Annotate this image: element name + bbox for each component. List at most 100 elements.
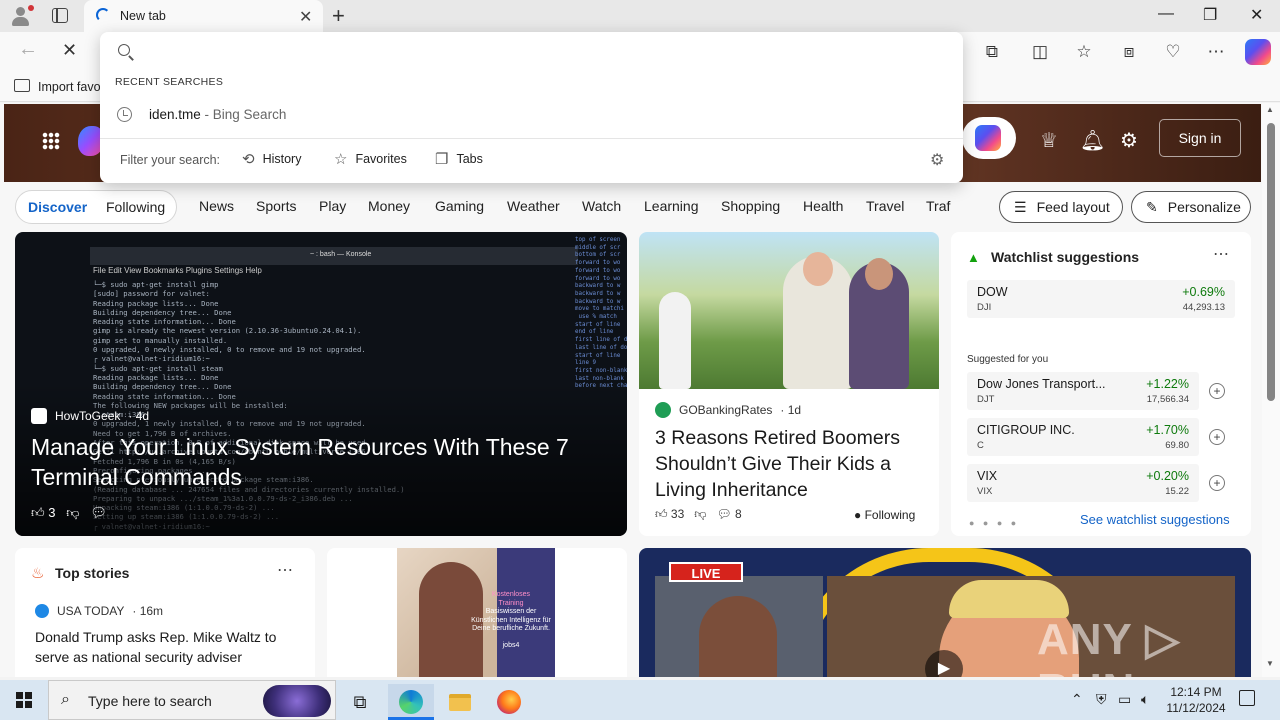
firefox-taskbar-app[interactable] — [486, 684, 532, 720]
live-video-card[interactable]: LIVE ▶ ANY ▷ RUN — [639, 548, 1251, 677]
task-view-icon[interactable]: ⧉ — [337, 684, 383, 720]
article-title[interactable]: 3 Reasons Retired Boomers Shouldn’t Give… — [655, 425, 925, 503]
stop-loading-icon[interactable]: ✕ — [62, 40, 77, 61]
nav-play[interactable]: Play — [319, 198, 346, 214]
scrollbar-thumb[interactable] — [1267, 123, 1275, 401]
tab-title: New tab — [120, 9, 166, 23]
nav-news[interactable]: News — [199, 198, 234, 214]
copilot-button[interactable] — [962, 117, 1016, 159]
minimize-button[interactable]: — — [1158, 5, 1174, 23]
filter-label: Filter your search: — [120, 153, 221, 167]
close-window-button[interactable]: ✕ — [1250, 5, 1263, 25]
comment-icon[interactable]: 💬︎ — [716, 507, 731, 521]
article-title[interactable]: Manage Your Linux System Resources With … — [31, 432, 621, 492]
import-favorites-link[interactable]: Import favo — [38, 80, 101, 94]
taskbar-search-box[interactable]: ⌕ Type here to search — [48, 680, 336, 720]
following-badge[interactable]: ● Following — [854, 508, 915, 522]
network-icon[interactable]: ▭ — [1118, 691, 1131, 708]
browser-essentials-icon[interactable]: ♡ — [1161, 40, 1185, 64]
suggested-label: Suggested for you — [967, 354, 1049, 365]
add-to-watchlist-button[interactable]: + — [1209, 429, 1225, 445]
extensions-icon[interactable]: ⧉ — [980, 40, 1004, 64]
nav-learning[interactable]: Learning — [644, 198, 699, 214]
apps-grid-icon[interactable] — [42, 132, 60, 150]
watchlist-card: ▲ Watchlist suggestions ⋯ DOW DJI +0.69%… — [951, 232, 1251, 536]
tab-actions-icon[interactable] — [52, 8, 68, 23]
article-source: HowToGeek · 4d — [31, 408, 149, 424]
filter-history-button[interactable]: ⟲ History — [242, 150, 301, 168]
feed-layout-button[interactable]: ☰ Feed layout — [999, 191, 1123, 223]
article-card-boomers[interactable]: GOBankingRates · 1d 3 Reasons Retired Boo… — [639, 232, 939, 536]
favorites-star-icon[interactable]: ☆ — [1072, 40, 1096, 64]
split-screen-icon[interactable]: ◫ — [1028, 40, 1052, 64]
nav-weather[interactable]: Weather — [507, 198, 560, 214]
watch-row-dow[interactable]: DOW DJI +0.69% 44,293.13 — [967, 280, 1235, 318]
page-scrollbar[interactable]: ▲ ▼ — [1262, 103, 1280, 677]
notification-icon[interactable] — [1239, 690, 1255, 706]
pagination-dots[interactable]: ● ● ● ● — [969, 518, 1019, 528]
close-tab-icon[interactable]: ✕ — [299, 7, 312, 27]
bell-icon[interactable]: 🔔︎ — [1080, 128, 1105, 153]
filter-favorites-button[interactable]: ☆ Favorites — [334, 150, 407, 168]
add-to-watchlist-button[interactable]: + — [1209, 475, 1225, 491]
address-input[interactable] — [140, 38, 940, 64]
watch-row-vix[interactable]: VIX VIX +0.20% 15.22 — [967, 464, 1199, 502]
nav-health[interactable]: Health — [803, 198, 843, 214]
nav-money[interactable]: Money — [368, 198, 410, 214]
system-clock[interactable]: 12:14 PM 11/12/2024 — [1162, 684, 1230, 716]
story-headline[interactable]: Donald Trump asks Rep. Mike Waltz to ser… — [35, 627, 303, 667]
back-arrow-icon[interactable]: ← — [18, 38, 38, 61]
file-explorer-taskbar-app[interactable] — [437, 684, 483, 720]
settings-gear-icon[interactable]: ⚙ — [1120, 128, 1138, 153]
watch-row-c[interactable]: CITIGROUP INC. C +1.70% 69.80 — [967, 418, 1199, 456]
scroll-down-icon[interactable]: ▼ — [1266, 659, 1274, 668]
ad-card[interactable]: Kostenloses Training Basiswissen der Kün… — [327, 548, 627, 677]
thumbs-up-icon[interactable]: 👍︎ — [31, 505, 45, 520]
start-windows-icon[interactable] — [16, 692, 32, 708]
tab-new-tab[interactable]: New tab ✕ — [84, 0, 323, 32]
edge-taskbar-app[interactable] — [388, 684, 434, 720]
sign-in-button[interactable]: Sign in — [1159, 119, 1241, 157]
nav-travel[interactable]: Travel — [866, 198, 904, 214]
see-watchlist-link[interactable]: See watchlist suggestions — [1080, 512, 1230, 527]
tab-discover[interactable]: Discover — [28, 199, 87, 215]
more-options-icon[interactable]: ⋯ — [277, 560, 293, 580]
profile-icon[interactable] — [10, 5, 34, 27]
suggestion-row[interactable]: iden.tme - Bing Search — [100, 100, 963, 130]
reactions: 👍︎ 33 👎︎ 💬︎ 8 — [655, 507, 742, 521]
filter-tabs-button[interactable]: ❐ Tabs — [435, 150, 483, 168]
rewards-trophy-icon[interactable]: ♕ — [1040, 128, 1058, 153]
restore-button[interactable]: ❐ — [1203, 5, 1217, 25]
gear-icon[interactable]: ⚙ — [930, 150, 944, 170]
comment-icon[interactable]: 💬︎ — [90, 505, 107, 520]
terminal-sidebar: top of screen middle of scr bottom of sc… — [575, 237, 627, 389]
stock-name: VIX — [977, 469, 998, 483]
article-card-linux[interactable]: ~ : bash — Konsole File Edit View Bookma… — [15, 232, 627, 536]
new-tab-button[interactable]: + — [332, 3, 345, 29]
security-icon[interactable]: ⛨ — [1096, 691, 1107, 708]
nav-shopping[interactable]: Shopping — [721, 198, 780, 214]
copilot-icon[interactable] — [1245, 39, 1271, 65]
collections-icon[interactable]: ⧈ — [1117, 40, 1141, 64]
tab-following[interactable]: Following — [106, 199, 165, 215]
nav-sports[interactable]: Sports — [256, 198, 296, 214]
thumbs-up-icon[interactable]: 👍︎ — [655, 507, 668, 521]
edge-icon — [399, 690, 423, 714]
thumbs-down-icon[interactable]: 👎︎ — [66, 505, 79, 520]
chevron-up-icon[interactable]: ⌃ — [1071, 691, 1083, 708]
more-menu-icon[interactable]: ⋯ — [1204, 40, 1228, 64]
nav-gaming[interactable]: Gaming — [435, 198, 484, 214]
more-options-icon[interactable]: ⋯ — [1213, 244, 1229, 264]
nav-watch[interactable]: Watch — [582, 198, 621, 214]
add-to-watchlist-button[interactable]: + — [1209, 383, 1225, 399]
nav-traffic[interactable]: Traf — [926, 198, 950, 214]
feed-toggle: Discover Following — [15, 190, 177, 224]
firefox-icon — [497, 690, 521, 714]
stock-name: DOW — [977, 285, 1008, 299]
watch-row-djt[interactable]: Dow Jones Transport... DJT +1.22% 17,566… — [967, 372, 1199, 410]
thumbs-down-icon[interactable]: 👎︎ — [694, 507, 706, 521]
volume-icon[interactable]: 🔈︎ — [1141, 691, 1149, 708]
top-stories-card: ♨ Top stories ⋯ USA TODAY · 16m Donald Tr… — [15, 548, 315, 677]
scroll-up-icon[interactable]: ▲ — [1266, 105, 1274, 114]
personalize-button[interactable]: ✎ Personalize — [1131, 191, 1251, 223]
